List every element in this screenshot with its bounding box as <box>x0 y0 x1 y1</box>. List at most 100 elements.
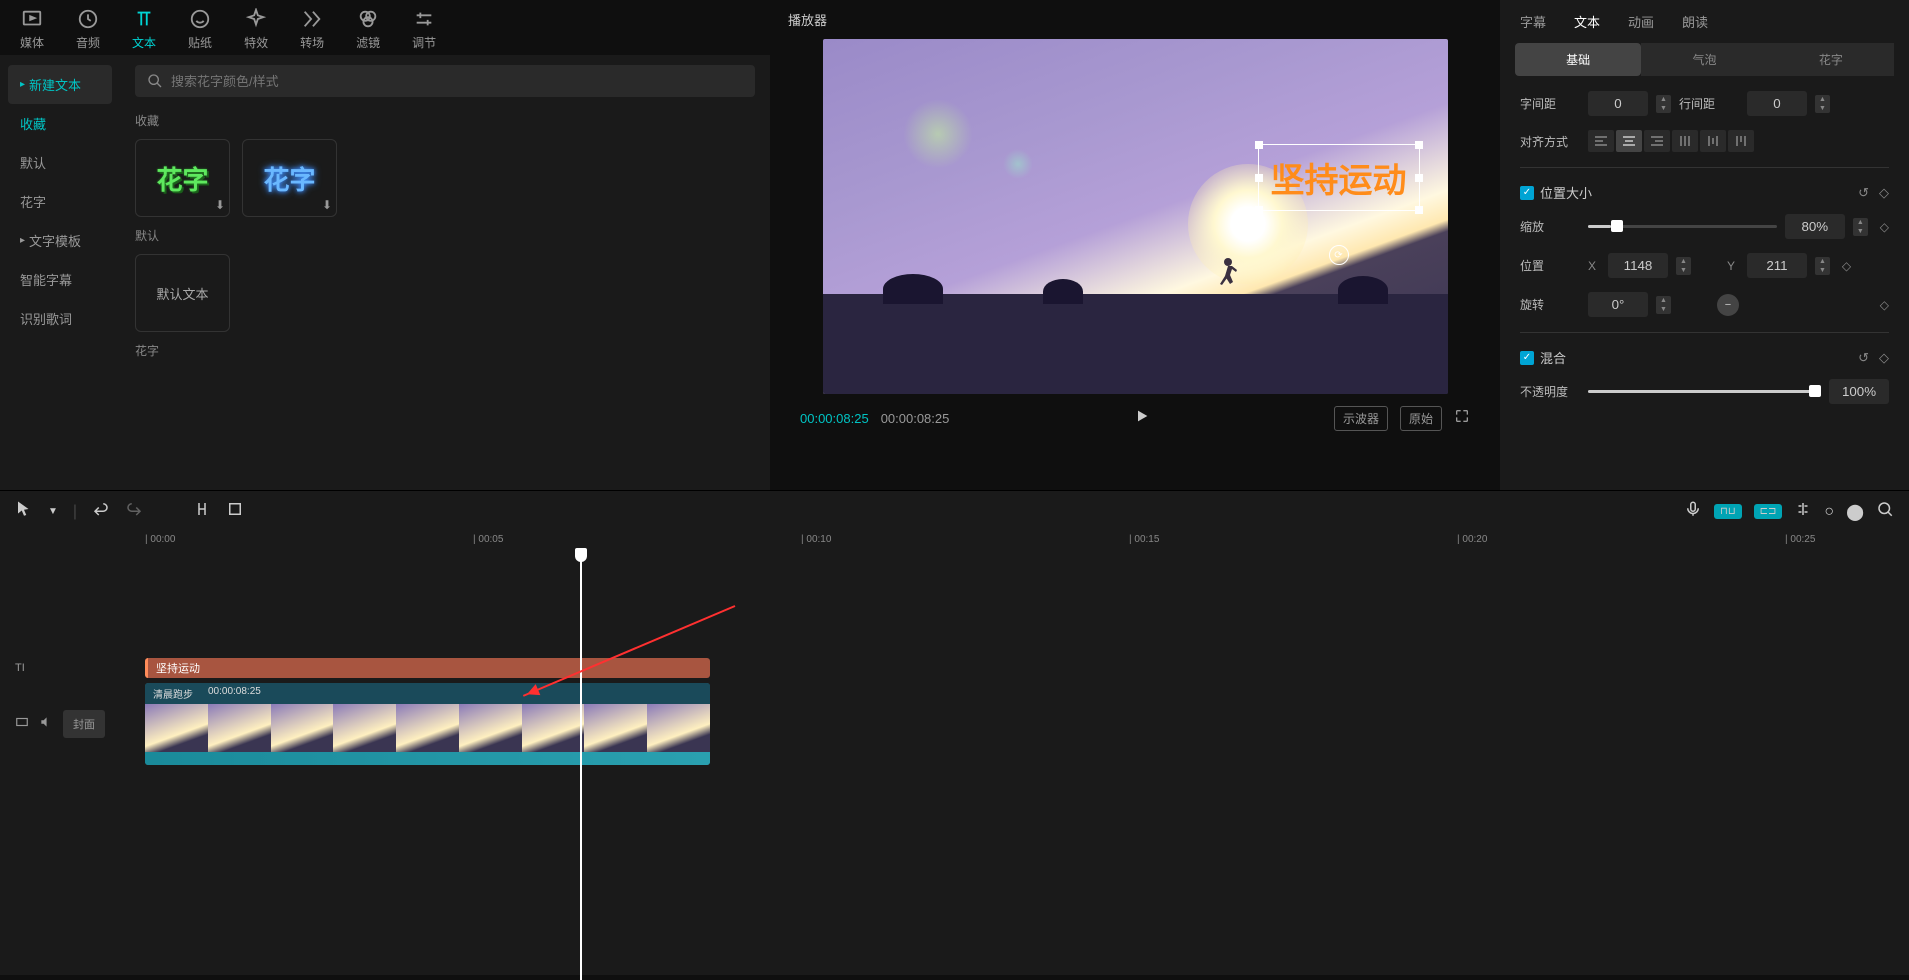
scale-stepper[interactable]: ▲▼ <box>1853 218 1868 236</box>
tab-media[interactable]: 媒体 <box>20 8 44 55</box>
tab-sticker[interactable]: 贴纸 <box>188 8 212 55</box>
scope-button[interactable]: 示波器 <box>1334 406 1388 431</box>
crop-button[interactable] <box>226 500 244 523</box>
mic-icon[interactable] <box>1684 500 1702 523</box>
zoom-fit-button[interactable] <box>1876 500 1894 523</box>
zoom-slider[interactable]: ⬤ <box>1846 502 1864 522</box>
split-button[interactable] <box>193 500 211 523</box>
resize-handle[interactable] <box>1415 141 1423 149</box>
select-tool[interactable] <box>15 500 33 523</box>
reset-icon[interactable]: ↺ <box>1858 185 1869 201</box>
resize-handle[interactable] <box>1415 174 1423 182</box>
x-stepper[interactable]: ▲▼ <box>1676 257 1691 275</box>
align-left-button[interactable] <box>1588 130 1614 152</box>
sidebar-default[interactable]: 默认 <box>8 143 112 182</box>
align-v2-button[interactable] <box>1700 130 1726 152</box>
tab-effect[interactable]: 特效 <box>244 8 268 55</box>
tab-audio[interactable]: 音频 <box>76 8 100 55</box>
position-size-checkbox[interactable]: ✓ <box>1520 186 1534 200</box>
resize-handle[interactable] <box>1255 141 1263 149</box>
preset-huazi-2[interactable]: 花字⬇ <box>242 139 337 217</box>
opacity-slider[interactable] <box>1588 390 1821 393</box>
y-stepper[interactable]: ▲▼ <box>1815 257 1830 275</box>
text-icon <box>133 8 155 30</box>
align-right-button[interactable] <box>1644 130 1670 152</box>
original-button[interactable]: 原始 <box>1400 406 1442 431</box>
keyframe-icon[interactable]: ◇ <box>1879 185 1889 201</box>
sidebar-favorites[interactable]: 收藏 <box>8 104 112 143</box>
ruler-tick: | 00:00 <box>145 534 175 545</box>
sidebar-huazi[interactable]: 花字 <box>8 182 112 221</box>
keyframe-icon[interactable]: ◇ <box>1880 298 1889 312</box>
sidebar-template[interactable]: ▸文字模板 <box>8 221 112 260</box>
rotate-handle[interactable]: ⟳ <box>1329 245 1349 265</box>
keyframe-icon[interactable]: ◇ <box>1842 259 1851 273</box>
mute-icon[interactable] <box>39 715 53 732</box>
playhead[interactable] <box>580 550 582 980</box>
opacity-label: 不透明度 <box>1520 383 1580 400</box>
player-viewport[interactable]: 坚持运动 ⟳ <box>823 39 1448 394</box>
line-spacing-input[interactable] <box>1747 91 1807 116</box>
rotation-stepper[interactable]: ▲▼ <box>1656 296 1671 314</box>
sub-tab-bubble[interactable]: 气泡 <box>1641 43 1767 76</box>
preset-default-text[interactable]: 默认文本 <box>135 254 230 332</box>
timeline-ruler[interactable]: | 00:00 | 00:05 | 00:10 | 00:15 | 00:20 … <box>145 532 1909 552</box>
cover-button[interactable]: 封面 <box>63 710 105 738</box>
line-spacing-stepper[interactable]: ▲▼ <box>1815 95 1830 113</box>
char-spacing-stepper[interactable]: ▲▼ <box>1656 95 1671 113</box>
opacity-input[interactable] <box>1829 379 1889 404</box>
video-clip[interactable]: 清晨跑步00:00:08:25 <box>145 683 710 765</box>
resize-handle[interactable] <box>1415 206 1423 214</box>
y-label: Y <box>1727 259 1739 273</box>
tab-transition[interactable]: 转场 <box>300 8 324 55</box>
align-center-button[interactable] <box>1616 130 1642 152</box>
rotation-input[interactable] <box>1588 292 1648 317</box>
position-x-input[interactable] <box>1608 253 1668 278</box>
magnet-button[interactable]: ⊓⊔ <box>1714 504 1742 519</box>
keyframe-icon[interactable]: ◇ <box>1880 220 1889 234</box>
blend-checkbox[interactable]: ✓ <box>1520 351 1534 365</box>
sub-tab-basic[interactable]: 基础 <box>1515 43 1641 76</box>
tab-filter[interactable]: 滤镜 <box>356 8 380 55</box>
search-input[interactable] <box>171 74 743 89</box>
undo-button[interactable] <box>92 500 110 523</box>
link-button[interactable]: ⊏⊐ <box>1754 504 1783 519</box>
chevron-down-icon[interactable]: ▼ <box>48 506 58 517</box>
char-spacing-input[interactable] <box>1588 91 1648 116</box>
search-bar[interactable] <box>135 65 755 97</box>
keyframe-icon[interactable]: ◇ <box>1879 350 1889 366</box>
fullscreen-button[interactable] <box>1454 408 1470 429</box>
align-v3-button[interactable] <box>1728 130 1754 152</box>
sub-tab-huazi[interactable]: 花字 <box>1768 43 1894 76</box>
prop-tab-text[interactable]: 文本 <box>1574 12 1600 31</box>
zoom-out-button[interactable]: ○ <box>1824 503 1834 521</box>
download-icon[interactable]: ⬇ <box>322 198 332 212</box>
align-icon[interactable] <box>1794 500 1812 523</box>
sidebar-smart-subtitle[interactable]: 智能字幕 <box>8 260 112 299</box>
resize-handle[interactable] <box>1255 174 1263 182</box>
line-spacing-label: 行间距 <box>1679 95 1739 112</box>
sub-tabs: 基础 气泡 花字 <box>1500 43 1909 86</box>
reset-icon[interactable]: ↺ <box>1858 350 1869 366</box>
sidebar-lyrics[interactable]: 识别歌词 <box>8 299 112 338</box>
sidebar-new-text[interactable]: ▸新建文本 <box>8 65 112 104</box>
prop-tab-read[interactable]: 朗读 <box>1682 12 1708 31</box>
tab-adjust[interactable]: 调节 <box>412 8 436 55</box>
flip-button[interactable]: − <box>1717 294 1739 316</box>
play-button[interactable] <box>1134 408 1150 429</box>
text-overlay-selection[interactable]: 坚持运动 ⟳ <box>1258 144 1420 211</box>
scale-input[interactable] <box>1785 214 1845 239</box>
preset-huazi-1[interactable]: 花字⬇ <box>135 139 230 217</box>
prop-tab-subtitle[interactable]: 字幕 <box>1520 12 1546 31</box>
text-clip[interactable]: 坚持运动 <box>145 658 710 678</box>
resize-handle[interactable] <box>1255 206 1263 214</box>
redo-button[interactable] <box>125 500 143 523</box>
position-y-input[interactable] <box>1747 253 1807 278</box>
scale-slider[interactable] <box>1588 225 1777 228</box>
align-v1-button[interactable] <box>1672 130 1698 152</box>
tab-text[interactable]: 文本 <box>132 8 156 55</box>
download-icon[interactable]: ⬇ <box>215 198 225 212</box>
tracks-area[interactable]: TI 坚持运动 封面 清晨跑步00:00:08:25 <box>0 552 1909 975</box>
prop-tab-animation[interactable]: 动画 <box>1628 12 1654 31</box>
align-label: 对齐方式 <box>1520 133 1580 150</box>
